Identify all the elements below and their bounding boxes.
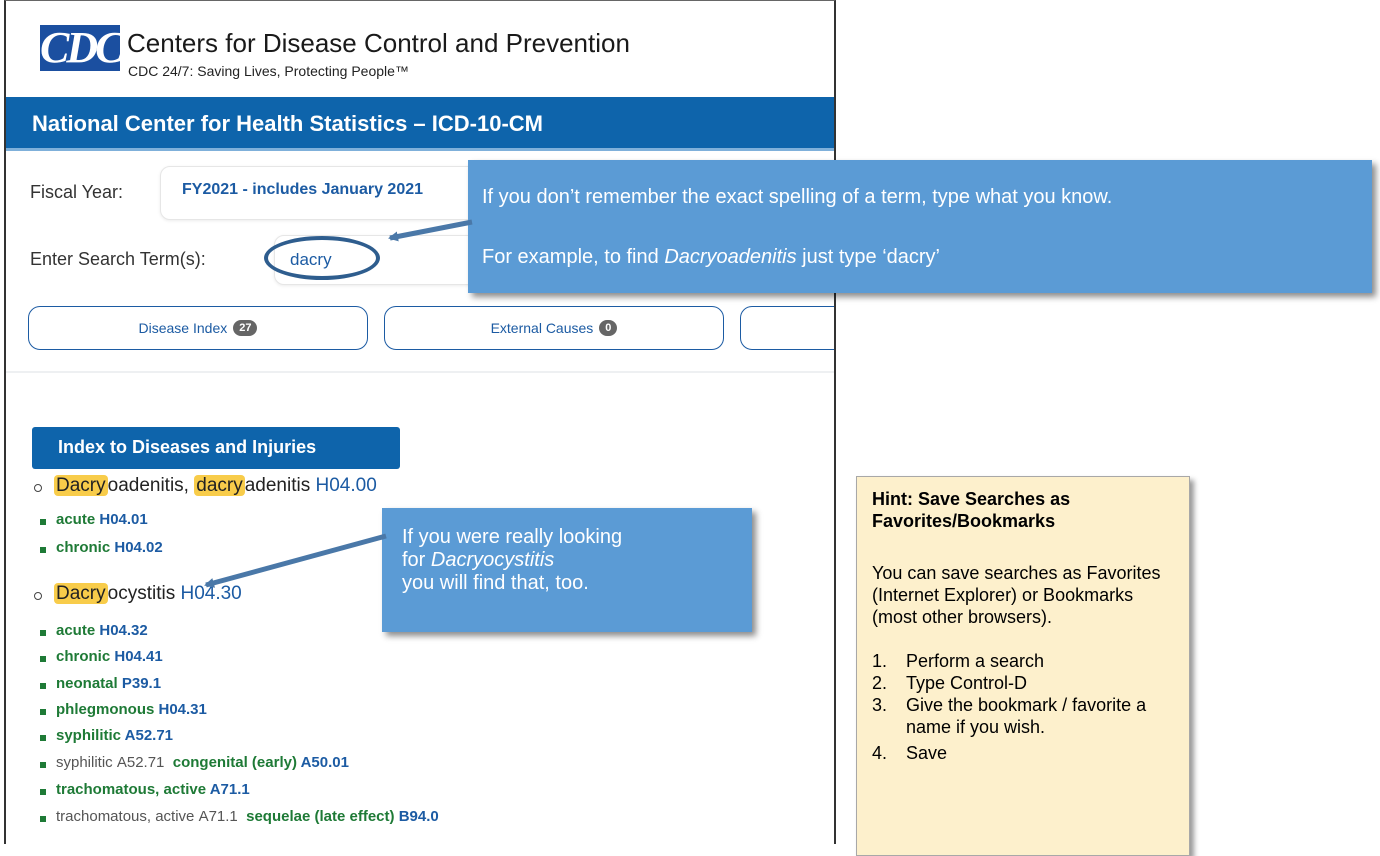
hint-step-text: Type Control-D: [906, 673, 1028, 693]
hint-step-text: Perform a search: [906, 651, 1045, 671]
arrow-to-search-icon: [388, 219, 473, 242]
hint-step-number: 3.: [872, 695, 888, 715]
hint-title: Hint: Save Searches as Favorites/Bookmar…: [872, 489, 1071, 531]
hint-step: 1. Perform a search: [872, 650, 1182, 672]
hint-step-number: 1.: [872, 651, 888, 671]
hint-step: 2. Type Control-D: [872, 672, 1182, 694]
hint-step-number: 4.: [872, 743, 888, 763]
hint-body: You can save searches as Favorites (Inte…: [872, 563, 1161, 627]
arrow-to-dacryocystitis-icon: [204, 533, 387, 588]
hint-step-number: 2.: [872, 673, 888, 693]
hint-step: 3. Give the bookmark / favorite a name if…: [872, 694, 1182, 738]
hint-step-text: Save: [906, 743, 948, 763]
hint-step: 4. Save: [872, 742, 1182, 764]
hint-step-text: Give the bookmark / favorite a name if y…: [906, 695, 1147, 737]
